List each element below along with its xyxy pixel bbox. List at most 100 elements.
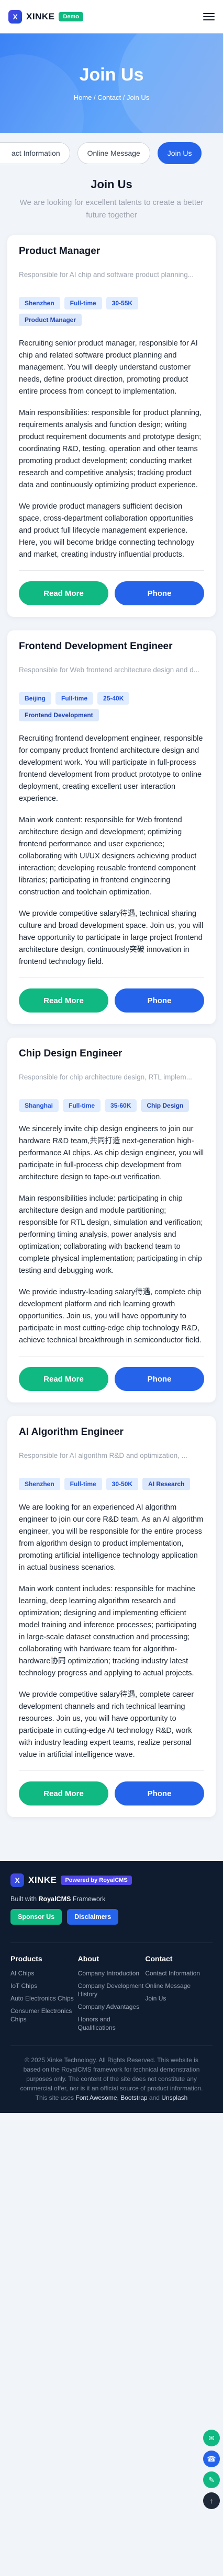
job-tag: Full-time <box>55 692 94 705</box>
job-actions: Read More Phone <box>19 1781 204 1806</box>
footer-column-title: About <box>77 1954 99 1963</box>
job-description-paragraph: We are looking for an experienced AI alg… <box>19 1503 204 1572</box>
job-brief: Responsible for AI algorithm R&D and opt… <box>19 1452 187 1459</box>
logo-icon[interactable]: X <box>8 9 22 24</box>
breadcrumb-home[interactable]: Home <box>74 94 92 101</box>
menu-icon[interactable] <box>203 13 215 20</box>
footer-link[interactable]: IoT Chips <box>10 1982 78 1990</box>
footer-link[interactable]: Honors and Qualifications <box>78 2015 146 2032</box>
footer-link[interactable]: Auto Electronics Chips <box>10 1994 78 2003</box>
job-tag: Beijing <box>19 692 52 705</box>
hero-banner: Join Us Home / Contact / Join Us <box>0 33 223 133</box>
disclaimers-button[interactable]: Disclaimers <box>67 1909 119 1925</box>
job-brief: Responsible for Web frontend architectur… <box>19 666 199 674</box>
divider <box>19 1770 204 1771</box>
job-description-paragraph: Recruiting senior product manager, respo… <box>19 339 198 396</box>
read-more-button[interactable]: Read More <box>19 1367 108 1391</box>
footer-copyright: © 2025 Xinke Technology. All Rights Rese… <box>10 2045 213 2113</box>
built-with-name[interactable]: RoyalCMS <box>39 1895 71 1903</box>
footer-brand-name[interactable]: XINKE <box>28 1875 57 1885</box>
job-description: We are looking for an experienced AI alg… <box>19 1502 204 1761</box>
demo-badge: Demo <box>59 12 84 21</box>
read-more-button[interactable]: Read More <box>19 581 108 605</box>
credits-prefix: This site uses <box>35 2094 74 2101</box>
read-more-button[interactable]: Read More <box>19 988 108 1013</box>
credit-bootstrap[interactable]: Bootstrap <box>120 2094 147 2101</box>
footer-link[interactable]: AI Chips <box>10 1969 78 1977</box>
job-card: Product Manager Responsible for AI chip a… <box>7 235 216 617</box>
site-footer: X XINKE Powered by RoyalCMS Built with R… <box>0 1861 223 2113</box>
job-tag: 30-50K <box>106 1478 139 1490</box>
job-card: Chip Design Engineer Responsible for chip… <box>7 1038 216 1402</box>
job-description-paragraph: Main work content includes: responsible … <box>19 1585 197 1677</box>
phone-button[interactable]: Phone <box>115 988 204 1013</box>
message-icon[interactable]: ✎ <box>203 2471 220 2488</box>
read-more-button[interactable]: Read More <box>19 1781 108 1806</box>
job-brief: Responsible for chip architecture design… <box>19 1073 192 1081</box>
job-title[interactable]: Frontend Development Engineer <box>19 641 204 652</box>
tab-join-us[interactable]: Join Us <box>157 142 202 164</box>
footer-columns: Products AI Chips IoT Chips Auto Electronic… <box>10 1942 213 2036</box>
divider <box>19 570 204 571</box>
job-category-tag: AI Research <box>142 1478 191 1490</box>
footer-link[interactable]: Company Advantages <box>78 2003 146 2011</box>
built-with-prefix: Built with <box>10 1895 37 1903</box>
credit-font-awesome[interactable]: Font Awesome <box>75 2094 117 2101</box>
job-description-paragraph: We provide product managers sufficient d… <box>19 502 195 559</box>
top-bar: X XINKE Demo <box>0 0 223 33</box>
job-title[interactable]: Product Manager <box>19 246 204 257</box>
job-description-paragraph: Main responsibilities include: participa… <box>19 1194 203 1275</box>
footer-column: Contact Contact Information Online Message… <box>145 1954 213 2036</box>
credits-comma: , <box>117 2094 119 2101</box>
phone-button[interactable]: Phone <box>115 1781 204 1806</box>
footer-column: Products AI Chips IoT Chips Auto Electronic… <box>10 1954 78 2036</box>
brand-name[interactable]: XINKE <box>26 12 54 22</box>
footer-link[interactable]: Contact Information <box>145 1969 213 1977</box>
phone-button[interactable]: Phone <box>115 1367 204 1391</box>
powered-badge: Powered by RoyalCMS <box>61 1876 132 1885</box>
breadcrumb: Home / Contact / Join Us <box>74 94 150 101</box>
job-description-paragraph: We sincerely invite chip design engineer… <box>19 1125 204 1181</box>
chat-icon[interactable]: ✉ <box>203 2430 220 2446</box>
job-tags: Shanghai Full-time 35-60K Chip Design <box>19 1099 204 1112</box>
job-card: Frontend Development Engineer Responsible… <box>7 630 216 1024</box>
credits-and: and <box>149 2094 160 2101</box>
breadcrumb-separator: / <box>94 94 96 101</box>
tab-online-message[interactable]: Online Message <box>77 142 150 164</box>
phone-button[interactable]: Phone <box>115 581 204 605</box>
breadcrumb-contact[interactable]: Contact <box>97 94 121 101</box>
job-brief: Responsible for AI chip and software pro… <box>19 271 194 279</box>
job-actions: Read More Phone <box>19 988 204 1013</box>
job-category-tag: Chip Design <box>141 1099 189 1112</box>
job-description-paragraph: We provide competitive salary待遇, technic… <box>19 910 204 966</box>
job-category-tag: Product Manager <box>19 314 82 326</box>
sponsor-button[interactable]: Sponsor Us <box>10 1909 62 1925</box>
footer-column-title: Contact <box>145 1954 173 1963</box>
job-description-paragraph: We provide competitive salary待遇, complet… <box>19 1690 194 1759</box>
credit-unsplash[interactable]: Unsplash <box>161 2094 187 2101</box>
font-credits: This site uses Font Awesome, Bootstrap a… <box>16 2093 207 2102</box>
tab-contact-information[interactable]: act Information <box>0 142 70 164</box>
job-description-paragraph: Main responsibilities: responsible for p… <box>19 409 202 489</box>
section-tabs: act Information Online Message Join Us <box>0 133 223 169</box>
job-description-paragraph: We provide industry-leading salary待遇, co… <box>19 1288 202 1344</box>
job-tag: Shenzhen <box>19 297 60 309</box>
footer-link[interactable]: Company Introduction <box>78 1969 146 1977</box>
footer-link[interactable]: Consumer Electronics Chips <box>10 2007 78 2023</box>
job-tag: Shanghai <box>19 1099 59 1112</box>
job-tag: 25-40K <box>97 692 130 705</box>
job-list: Product Manager Responsible for AI chip a… <box>0 235 223 1817</box>
back-to-top-icon[interactable]: ↑ <box>203 2492 220 2509</box>
job-tag: 30-55K <box>106 297 139 309</box>
job-title[interactable]: AI Algorithm Engineer <box>19 1427 204 1438</box>
job-title[interactable]: Chip Design Engineer <box>19 1048 204 1060</box>
job-description: We sincerely invite chip design engineer… <box>19 1123 204 1347</box>
footer-logo-icon[interactable]: X <box>10 1873 24 1887</box>
footer-link[interactable]: Company Development History <box>78 1982 146 1998</box>
job-description-paragraph: Main work content: responsible for Web f… <box>19 816 197 896</box>
phone-float-icon[interactable]: ☎ <box>203 2451 220 2467</box>
footer-link[interactable]: Online Message <box>145 1982 213 1990</box>
job-tag: Shenzhen <box>19 1478 60 1490</box>
section-subtitle: We are looking for excellent talents to … <box>19 198 204 220</box>
footer-link[interactable]: Join Us <box>145 1994 213 2003</box>
